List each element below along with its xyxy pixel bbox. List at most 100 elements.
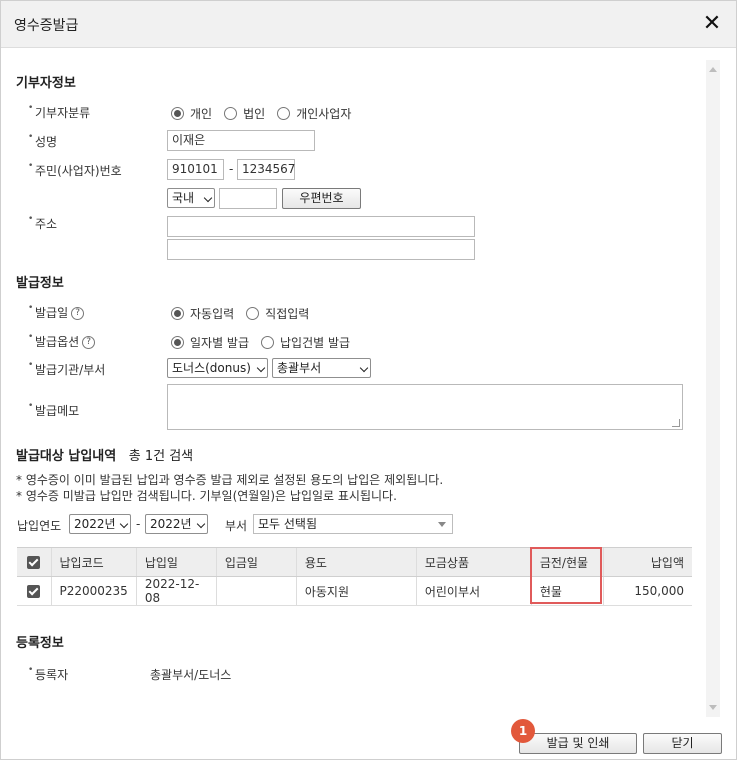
scroll-down-icon[interactable] xyxy=(709,705,717,710)
dept-filter-select[interactable]: 모두 선택됨 xyxy=(253,514,453,534)
issue-option-label-item: 일자별 발급 xyxy=(190,336,250,350)
close-button[interactable]: 닫기 xyxy=(643,733,722,754)
donor-type-label: 기부자분류 xyxy=(28,103,90,121)
dept-filter-label: 부서 xyxy=(225,519,248,533)
id-number-part2-input[interactable]: 1234567 xyxy=(237,159,295,180)
scroll-up-icon[interactable] xyxy=(709,67,717,72)
country-select-value: 국내 xyxy=(172,191,195,205)
step-badge: 1 xyxy=(511,719,535,743)
year-from-value: 2022년 xyxy=(74,517,116,531)
issue-date-label-text: 발급일 xyxy=(35,306,69,320)
payments-section-title: 발급대상 납입내역 총 1건 검색 xyxy=(16,445,193,464)
donor-section-title: 기부자정보 xyxy=(16,76,76,91)
payments-note-1: * 영수증이 이미 발급된 납입과 영수증 발급 제외로 설정된 용도의 납입은… xyxy=(16,473,444,487)
payments-table: 납입코드 납입일 입금일 용도 모금상품 금전/현물 납입액 P22000235… xyxy=(17,547,692,606)
donor-type-radio-individual[interactable] xyxy=(171,107,184,120)
id-number-part1-input[interactable]: 910101 xyxy=(167,159,224,180)
chevron-down-icon xyxy=(359,363,369,373)
issue-option-radio-by-date[interactable] xyxy=(171,336,184,349)
registrant-label: 등록자 xyxy=(28,665,68,683)
row-select-cell[interactable] xyxy=(17,576,51,606)
country-select[interactable]: 국내 xyxy=(167,188,215,208)
donor-type-option-label: 개인 xyxy=(190,107,213,121)
column-header-product[interactable]: 모금상품 xyxy=(415,547,532,577)
chevron-down-icon xyxy=(203,193,213,203)
issue-date-radio-auto[interactable] xyxy=(171,307,184,320)
name-label: 성명 xyxy=(28,132,57,150)
address-line2-input[interactable] xyxy=(167,239,475,260)
row-checkbox[interactable] xyxy=(27,585,41,598)
cell-product: 어린이부서 xyxy=(415,576,532,606)
table-header-row: 납입코드 납입일 입금일 용도 모금상품 금전/현물 납입액 xyxy=(17,547,692,577)
cell-pay-date: 2022-12-08 xyxy=(135,576,217,606)
dialog-titlebar: 영수증발급 ✕ xyxy=(1,1,736,48)
issue-date-radio-manual[interactable] xyxy=(246,307,260,320)
table-row[interactable]: P22000235 2022-12-08 아동지원 어린이부서 현물 150,0… xyxy=(17,576,692,606)
registrant-value: 총괄부서/도너스 xyxy=(150,668,232,682)
issue-option-label-text: 발급옵션 xyxy=(35,335,80,349)
payments-title-text: 발급대상 납입내역 xyxy=(16,449,117,464)
dept-filter-value: 모두 선택됨 xyxy=(258,517,318,531)
address-line1-input[interactable] xyxy=(167,216,475,237)
issue-and-print-button[interactable]: 발급 및 인쇄 xyxy=(519,733,637,754)
cell-kind: 현물 xyxy=(530,576,604,606)
dialog-title: 영수증발급 xyxy=(14,18,79,34)
donor-type-radio-business[interactable] xyxy=(277,107,291,120)
name-input[interactable]: 이재은 xyxy=(167,130,315,151)
chevron-down-icon xyxy=(196,519,206,529)
issuer-label: 발급기관/부서 xyxy=(28,360,105,378)
vertical-scrollbar[interactable] xyxy=(706,60,720,717)
issue-date-option-label: 직접입력 xyxy=(265,307,310,321)
receipt-dialog: 영수증발급 ✕ 기부자정보 기부자분류 개인 법인 개인사업자 성명 이재은 주… xyxy=(0,0,737,760)
select-all-header[interactable] xyxy=(17,547,51,577)
cell-amount: 150,000 xyxy=(602,576,692,606)
issuer-select[interactable]: 도너스(donus) xyxy=(167,358,268,378)
help-icon[interactable]: ? xyxy=(71,307,85,320)
issue-date-group: 자동입력 직접입력 xyxy=(171,305,321,322)
issue-option-label: 발급옵션? xyxy=(28,332,96,350)
year-to-select[interactable]: 2022년 xyxy=(145,514,208,534)
registration-section-title: 등록정보 xyxy=(16,636,64,651)
cell-deposit-date xyxy=(215,576,297,606)
issue-option-radio-by-payment[interactable] xyxy=(261,336,275,349)
year-from-select[interactable]: 2022년 xyxy=(69,514,131,534)
issue-option-label-item: 납입건별 발급 xyxy=(280,336,351,350)
issue-dept-select-value: 총괄부서 xyxy=(277,361,322,375)
memo-label: 발급메모 xyxy=(28,401,79,419)
help-icon[interactable]: ? xyxy=(82,336,96,349)
cell-purpose: 아동지원 xyxy=(295,576,417,606)
issue-option-group: 일자별 발급 납입건별 발급 xyxy=(171,334,362,351)
payments-count: 총 1건 검색 xyxy=(128,449,194,464)
donor-type-radio-corporate[interactable] xyxy=(224,107,238,120)
column-header-pay-date[interactable]: 납입일 xyxy=(135,547,217,577)
column-header-kind[interactable]: 금전/현물 xyxy=(530,547,604,577)
issuer-select-value: 도너스(donus) xyxy=(172,361,251,375)
select-all-checkbox[interactable] xyxy=(27,556,41,569)
column-header-code[interactable]: 납입코드 xyxy=(50,547,137,577)
column-header-purpose[interactable]: 용도 xyxy=(295,547,417,577)
year-label: 납입연도 xyxy=(17,519,62,533)
memo-textarea[interactable] xyxy=(167,384,683,430)
cell-code: P22000235 xyxy=(50,576,137,606)
donor-type-option-label: 법인 xyxy=(243,107,266,121)
id-separator: - xyxy=(229,162,234,176)
zip-code-button[interactable]: 우편번호 xyxy=(282,188,361,209)
resize-grip-icon[interactable] xyxy=(672,419,680,427)
chevron-down-icon xyxy=(119,519,129,529)
column-header-amount[interactable]: 납입액 xyxy=(602,547,692,577)
close-icon[interactable]: ✕ xyxy=(702,13,722,35)
year-separator: - xyxy=(136,517,141,531)
address-label: 주소 xyxy=(28,214,57,232)
issue-date-label: 발급일? xyxy=(28,303,85,321)
year-to-value: 2022년 xyxy=(150,517,192,531)
chevron-down-icon xyxy=(256,363,266,373)
id-number-label: 주민(사업자)번호 xyxy=(28,161,122,179)
issue-date-option-label: 자동입력 xyxy=(190,307,235,321)
column-header-deposit-date[interactable]: 입금일 xyxy=(215,547,297,577)
donor-type-group: 개인 법인 개인사업자 xyxy=(171,105,363,122)
payments-note-2: * 영수증 미발급 납입만 검색됩니다. 기부일(연월일)은 납입일로 표시됩니… xyxy=(16,489,397,503)
dropdown-arrow-icon xyxy=(438,522,446,527)
zip-code-input[interactable] xyxy=(219,188,277,209)
donor-type-option-label: 개인사업자 xyxy=(296,107,352,121)
issue-dept-select[interactable]: 총괄부서 xyxy=(272,358,371,378)
